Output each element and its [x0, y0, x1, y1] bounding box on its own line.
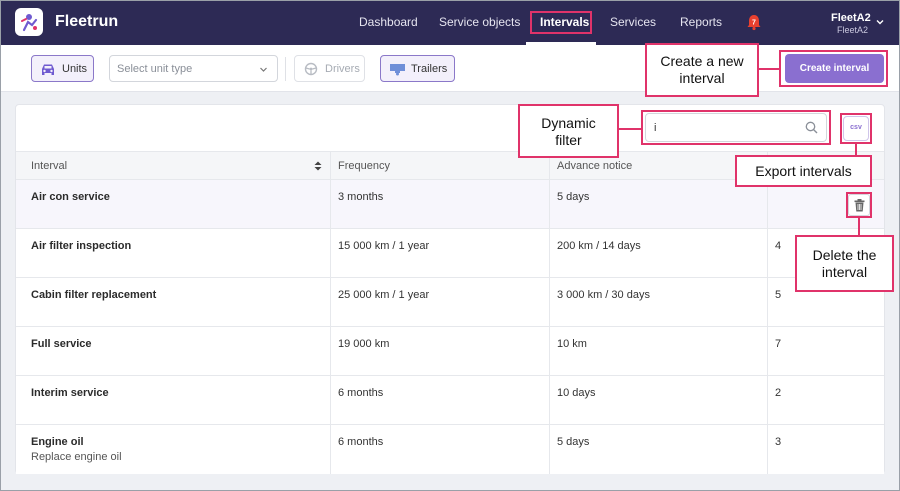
interval-frequency: 15 000 km / 1 year [338, 240, 430, 252]
interval-frequency: 6 months [338, 436, 384, 448]
interval-extra-value: 5 [775, 289, 782, 301]
intervals-tab-highlight [530, 11, 592, 34]
callout-export-intervals: Export intervals [735, 155, 872, 187]
interval-advance-notice: 10 km [557, 338, 587, 350]
bell-icon: 7 [747, 15, 761, 31]
table-row[interactable]: Interim service 6 months 10 days 2 [16, 376, 884, 425]
interval-frequency: 6 months [338, 387, 384, 399]
interval-name: Interim service [31, 387, 109, 399]
interval-extra-value: 2 [775, 387, 782, 399]
search-highlight [641, 110, 831, 145]
table-row[interactable]: Engine oil Replace engine oil 6 months 5… [16, 425, 884, 474]
divider [285, 57, 286, 81]
interval-description: Replace engine oil [31, 451, 122, 463]
callout-connector [858, 218, 860, 235]
drivers-toggle-button[interactable]: Drivers [294, 55, 365, 82]
create-button-highlight [779, 50, 888, 87]
table-row[interactable]: Full service 19 000 km 10 km 7 [16, 327, 884, 376]
interval-name: Air con service [31, 191, 110, 203]
unit-type-select[interactable]: Select unit type [109, 55, 278, 82]
nav-dashboard[interactable]: Dashboard [359, 15, 418, 29]
table-row[interactable]: Air con service 3 months 5 days [16, 180, 884, 229]
interval-frequency: 25 000 km / 1 year [338, 289, 430, 301]
interval-advance-notice: 3 000 km / 30 days [557, 289, 650, 301]
callout-dynamic-filter: Dynamic filter [518, 104, 619, 158]
sort-icon[interactable] [314, 161, 322, 171]
interval-name: Cabin filter replacement [31, 289, 157, 301]
interval-extra-value: 3 [775, 436, 782, 448]
column-header-advance-notice[interactable]: Advance notice [557, 160, 632, 172]
interval-name: Full service [31, 338, 92, 350]
interval-frequency: 19 000 km [338, 338, 390, 350]
callout-create-interval: Create a new interval [645, 43, 759, 97]
units-label: Units [62, 63, 88, 75]
chevron-down-icon [260, 67, 267, 72]
delete-highlight [846, 192, 872, 218]
nav-service-objects[interactable]: Service objects [439, 15, 520, 29]
interval-name: Engine oil [31, 436, 84, 448]
interval-name: Air filter inspection [31, 240, 132, 252]
column-header-interval[interactable]: Interval [31, 160, 67, 172]
table-row[interactable]: Air filter inspection 15 000 km / 1 year… [16, 229, 884, 278]
interval-extra-value: 4 [775, 240, 782, 252]
user-name[interactable]: FleetA2 [831, 12, 871, 24]
interval-advance-notice: 5 days [557, 191, 590, 203]
user-account: FleetA2 [837, 25, 869, 35]
interval-extra-value: 7 [775, 338, 782, 350]
nav-reports[interactable]: Reports [680, 15, 722, 29]
drivers-label: Drivers [325, 63, 360, 75]
steering-wheel-icon [304, 62, 318, 76]
interval-advance-notice: 200 km / 14 days [557, 240, 641, 252]
callout-connector [619, 128, 642, 130]
column-divider [767, 151, 768, 474]
table-row[interactable]: Cabin filter replacement 25 000 km / 1 y… [16, 278, 884, 327]
interval-advance-notice: 10 days [557, 387, 596, 399]
app-logo[interactable] [15, 8, 43, 36]
trailers-label: Trailers [411, 63, 448, 75]
callout-connector [759, 68, 780, 70]
notifications-button[interactable]: 7 [745, 13, 763, 31]
csv-highlight [840, 113, 872, 144]
column-divider [330, 151, 331, 474]
car-icon [42, 64, 54, 75]
callout-delete-interval: Delete the interval [795, 235, 894, 292]
nav-services[interactable]: Services [610, 15, 656, 29]
brand-name: Fleetrun [55, 13, 119, 30]
units-toggle-button[interactable]: Units [31, 55, 94, 82]
notification-count: 7 [752, 20, 756, 27]
column-header-frequency[interactable]: Frequency [338, 160, 390, 172]
chevron-down-icon[interactable] [876, 18, 884, 26]
trailer-icon [390, 64, 405, 76]
interval-advance-notice: 5 days [557, 436, 590, 448]
column-divider [549, 151, 550, 474]
unit-type-placeholder: Select unit type [117, 63, 193, 75]
interval-frequency: 3 months [338, 191, 384, 203]
logo-icon [21, 14, 38, 32]
top-bar: Fleetrun Dashboard Service objects Inter… [0, 0, 900, 45]
trailers-toggle-button[interactable]: Trailers [380, 55, 455, 82]
